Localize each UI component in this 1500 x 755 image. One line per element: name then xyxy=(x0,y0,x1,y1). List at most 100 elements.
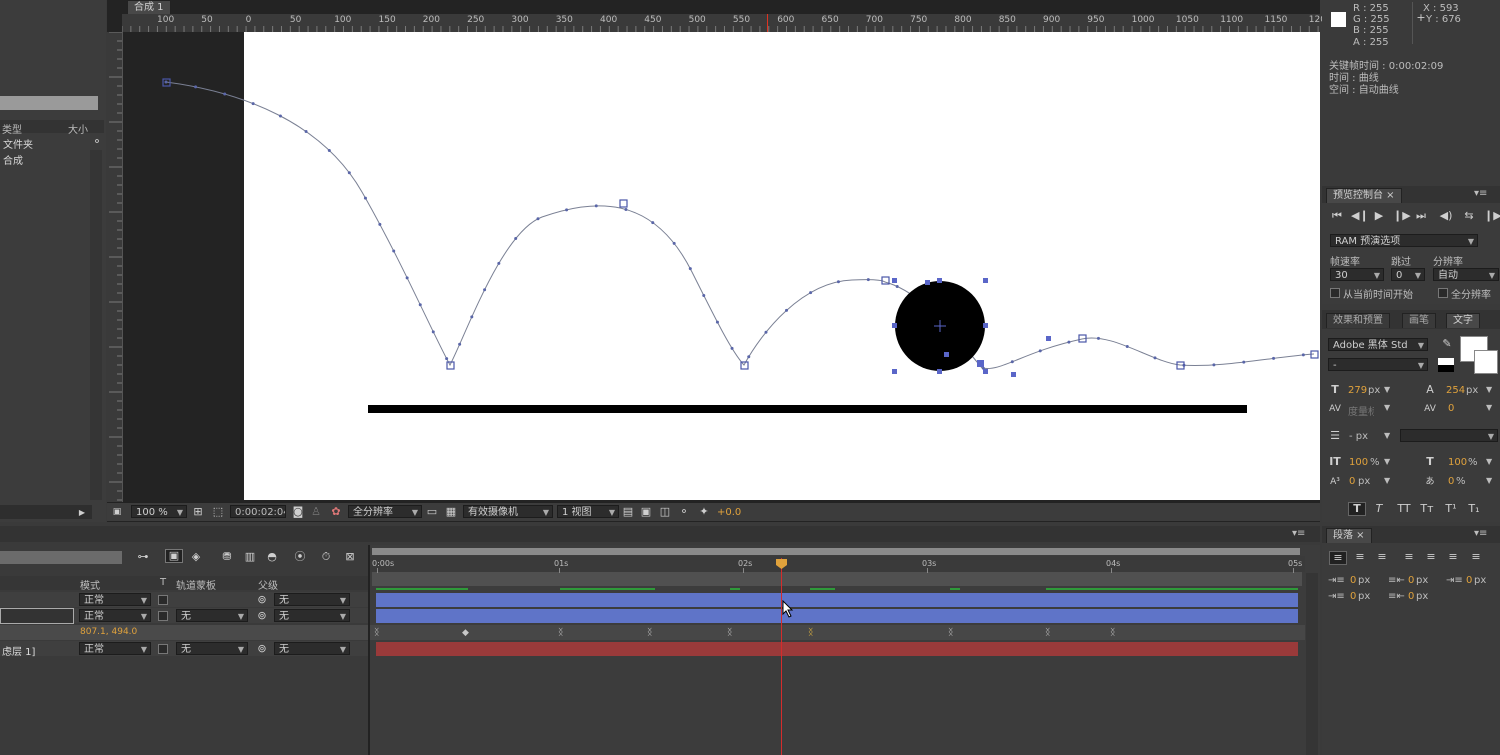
channel-icon[interactable]: ✿ xyxy=(329,506,343,518)
horizontal-scale-value[interactable]: 100 xyxy=(1448,457,1467,468)
leading-arrow[interactable]: ▼ xyxy=(1486,385,1492,394)
timeline-search[interactable] xyxy=(0,551,122,564)
column-parent[interactable]: 父级 xyxy=(258,577,278,592)
indent-left-value[interactable]: 0 xyxy=(1350,575,1356,586)
ram-preview-dropdown[interactable]: RAM 预演选项 ▼ xyxy=(1330,234,1478,247)
layer-trkmat-dropdown[interactable]: 无 ▼ xyxy=(176,609,248,622)
snapshot-icon[interactable]: ◙ xyxy=(291,506,305,518)
tab-effects[interactable]: 效果和预置 xyxy=(1326,313,1390,328)
faux-bold-icon[interactable]: T xyxy=(1348,502,1366,516)
justify-center-icon[interactable]: ≡ xyxy=(1423,551,1439,563)
property-row-position[interactable]: 807.1, 494.0 xyxy=(0,625,370,640)
tab-text[interactable]: 文字 xyxy=(1446,313,1480,328)
layer-mode-dropdown[interactable]: 正常 ▼ xyxy=(79,609,151,622)
layer-parent-dropdown[interactable]: 无 ▼ xyxy=(274,593,350,606)
exposure-value[interactable]: +0.0 xyxy=(717,507,741,518)
paragraph-menu-icon[interactable]: ▾≡ xyxy=(1474,528,1487,539)
time-graph[interactable] xyxy=(370,545,1320,755)
keyframe[interactable]: ᛝ xyxy=(374,628,379,638)
keyframe[interactable]: ◆ xyxy=(462,628,469,638)
zoom-dropdown[interactable]: 100 % ▼ xyxy=(131,505,187,518)
layer-row[interactable]: 正常 ▼ ⊚ 无 ▼ xyxy=(0,592,370,607)
keyframe[interactable]: ᛝ xyxy=(1045,628,1050,638)
superscript-icon[interactable]: T¹ xyxy=(1443,503,1459,515)
from-current-checkbox[interactable] xyxy=(1330,288,1340,298)
tab-brush[interactable]: 画笔 xyxy=(1402,313,1436,328)
column-t[interactable]: T xyxy=(160,577,166,588)
layer-name[interactable]: 虑层 1] xyxy=(2,643,35,658)
views-dropdown[interactable]: 1 视图 ▼ xyxy=(557,505,619,518)
timecode-field[interactable]: 0:00:02:04 xyxy=(230,505,286,518)
current-time-indicator[interactable] xyxy=(781,558,782,755)
column-trkmat[interactable]: 轨道蒙板 xyxy=(176,577,216,592)
tsume-arrow[interactable]: ▼ xyxy=(1486,476,1492,485)
exposure-icon[interactable]: ✦ xyxy=(697,506,711,518)
motion-path[interactable] xyxy=(165,81,1315,370)
preserve-transparency-checkbox[interactable] xyxy=(158,595,168,605)
stroke-color-swatch[interactable] xyxy=(1474,350,1498,374)
ram-preview-icon[interactable]: ❙▶ xyxy=(1484,210,1500,222)
draft-3d-icon[interactable]: ▣ xyxy=(165,549,183,563)
project-item-comp[interactable]: 合成 xyxy=(0,151,90,167)
vertical-scale-value[interactable]: 100 xyxy=(1349,457,1368,468)
align-center-icon[interactable]: ≡ xyxy=(1352,551,1368,563)
horizontal-scale-arrow[interactable]: ▼ xyxy=(1486,457,1492,466)
font-size-value[interactable]: 279 xyxy=(1348,385,1367,396)
font-style-dropdown[interactable]: - ▼ xyxy=(1328,358,1428,371)
first-line-indent-value[interactable]: 0 xyxy=(1466,575,1472,586)
font-size-arrow[interactable]: ▼ xyxy=(1384,385,1390,394)
next-frame-icon[interactable]: ❙▶ xyxy=(1393,210,1411,222)
leading-value[interactable]: 254 xyxy=(1446,385,1465,396)
time-ruler[interactable] xyxy=(370,556,1305,572)
keyframe-markers[interactable] xyxy=(162,78,1319,370)
audio-icon[interactable]: ◀) xyxy=(1439,210,1453,222)
stroke-style-dropdown[interactable]: ▼ xyxy=(1400,429,1498,442)
justify-right-icon[interactable]: ≡ xyxy=(1445,551,1461,563)
space-before-value[interactable]: 0 xyxy=(1350,591,1356,602)
keyframe[interactable]: ᛝ xyxy=(647,628,652,638)
tab-paragraph[interactable]: 段落 × xyxy=(1326,528,1372,543)
subscript-icon[interactable]: T₁ xyxy=(1466,503,1482,515)
layer-bar[interactable] xyxy=(376,593,1298,607)
resolution-dropdown[interactable]: 全分辨率 ▼ xyxy=(348,505,422,518)
black-white-swatch[interactable] xyxy=(1438,358,1454,372)
keyframe[interactable]: ᛝ xyxy=(727,628,732,638)
align-left-icon[interactable]: ≡ xyxy=(1329,551,1347,565)
eyedropper-icon[interactable]: ✎ xyxy=(1440,338,1454,350)
keyframe[interactable]: ᛝ xyxy=(808,628,813,638)
full-screen-checkbox[interactable] xyxy=(1438,288,1448,298)
layer-row[interactable]: 正常 ▼ 无 ▼ ⊚ 无 ▼ xyxy=(0,608,370,624)
baseline-shift-arrow[interactable]: ▼ xyxy=(1384,476,1390,485)
skip-dropdown[interactable]: 0 ▼ xyxy=(1391,268,1425,281)
transparency-grid-icon[interactable]: ▦ xyxy=(444,506,458,518)
justify-left-icon[interactable]: ≡ xyxy=(1401,551,1417,563)
column-mode[interactable]: 模式 xyxy=(80,577,100,592)
brainstorm-icon[interactable]: ◓ xyxy=(264,551,280,563)
hide-shy-layers-icon[interactable]: ◈ xyxy=(188,551,204,563)
safe-zones-icon[interactable]: ⊞ xyxy=(191,506,205,518)
graph-editor-icon[interactable]: ⏱ xyxy=(318,551,334,563)
justify-all-icon[interactable]: ≡ xyxy=(1468,551,1484,563)
small-caps-icon[interactable]: Tт xyxy=(1419,503,1435,515)
layer-mode-dropdown[interactable]: 正常 ▼ xyxy=(79,642,151,655)
keyframe[interactable]: ᛝ xyxy=(558,628,563,638)
flowchart-icon[interactable]: ⚬ xyxy=(91,136,103,148)
space-after-value[interactable]: 0 xyxy=(1408,591,1414,602)
flowchart-view-icon[interactable]: ⚬ xyxy=(677,506,691,518)
project-scrollbar[interactable] xyxy=(90,150,102,500)
faux-italic-icon[interactable]: T xyxy=(1372,503,1386,515)
position-value[interactable]: 807.1, 494.0 xyxy=(80,627,137,637)
keyframe[interactable]: ᛝ xyxy=(1110,628,1115,638)
scroll-right-icon[interactable]: ▶ xyxy=(77,507,87,519)
comp-mini-flowchart-icon[interactable]: ⊶ xyxy=(134,551,152,563)
tsume-value[interactable]: 0 xyxy=(1448,476,1454,487)
font-family-dropdown[interactable]: Adobe 黑体 Std ▼ xyxy=(1328,338,1428,351)
layer-parent-dropdown[interactable]: 无 ▼ xyxy=(274,642,350,655)
parent-pickwhip-icon[interactable]: ⊚ xyxy=(256,610,268,622)
camera-dropdown[interactable]: 有效摄像机 ▼ xyxy=(463,505,553,518)
timeline-icon[interactable]: ◫ xyxy=(658,506,672,518)
always-preview-icon[interactable]: ▣ xyxy=(111,506,123,518)
layer-trkmat-dropdown[interactable]: 无 ▼ xyxy=(176,642,248,655)
region-of-interest-icon[interactable]: ▭ xyxy=(425,506,439,518)
parent-pickwhip-icon[interactable]: ⊚ xyxy=(256,643,268,655)
